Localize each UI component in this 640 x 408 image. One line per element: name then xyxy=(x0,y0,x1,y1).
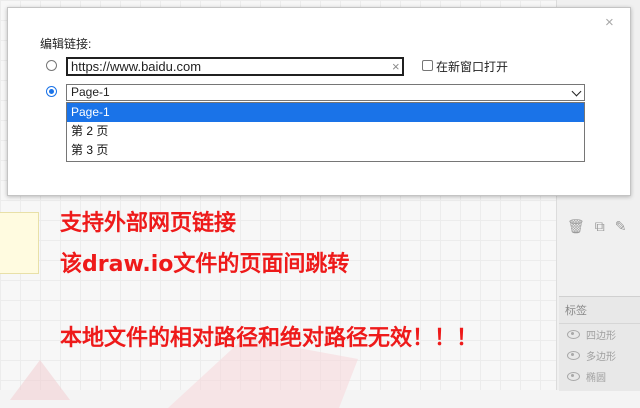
copy-icon[interactable]: ⧉ xyxy=(595,218,605,235)
eye-icon[interactable] xyxy=(567,372,580,381)
tags-title: 标签 xyxy=(559,297,640,324)
annotation-line-3: 本地文件的相对路径和绝对路径无效！！！ xyxy=(60,326,479,351)
close-icon[interactable]: × xyxy=(605,15,614,31)
page-option[interactable]: 第 3 页 xyxy=(67,141,584,160)
format-toolbar: 🗑 ⧉ ✎ xyxy=(567,214,640,238)
new-window-label[interactable]: 在新窗口打开 xyxy=(436,58,508,75)
layer-row[interactable]: 多边形 xyxy=(559,345,640,366)
new-window-checkbox[interactable] xyxy=(422,60,433,71)
page-option[interactable]: 第 2 页 xyxy=(67,122,584,141)
page-dropdown-list: Page-1 第 2 页 第 3 页 xyxy=(66,102,585,162)
eye-icon[interactable] xyxy=(567,351,580,360)
dialog-title: 编辑链接: xyxy=(40,37,92,51)
layer-row[interactable]: 椭圆 xyxy=(559,366,640,387)
canvas-shape-rectangle[interactable] xyxy=(0,212,39,274)
clear-input-icon[interactable]: × xyxy=(392,59,400,74)
chevron-down-icon xyxy=(571,86,582,97)
layer-label: 椭圆 xyxy=(586,373,606,384)
trash-icon[interactable]: 🗑 xyxy=(567,218,585,235)
edit-link-dialog: × 编辑链接: https://www.baidu.com × 在新窗口打开 P… xyxy=(7,7,631,196)
layer-label: 多边形 xyxy=(586,352,616,363)
eye-icon[interactable] xyxy=(567,330,580,339)
radio-url-link[interactable] xyxy=(46,60,57,71)
layer-label: 四边形 xyxy=(586,331,616,342)
tags-panel: 标签 四边形 多边形 椭圆 xyxy=(559,296,640,391)
annotation-line-2: 该draw.io文件的页面间跳转 xyxy=(60,252,350,277)
radio-page-link[interactable] xyxy=(46,86,57,97)
page-select-value: Page-1 xyxy=(71,85,110,99)
url-input[interactable]: https://www.baidu.com xyxy=(66,57,404,76)
page-select[interactable]: Page-1 xyxy=(66,84,585,101)
annotation-line-1: 支持外部网页链接 xyxy=(60,211,237,236)
page-option[interactable]: Page-1 xyxy=(67,103,584,122)
edit-icon[interactable]: ✎ xyxy=(615,218,627,235)
layer-row[interactable]: 四边形 xyxy=(559,324,640,345)
